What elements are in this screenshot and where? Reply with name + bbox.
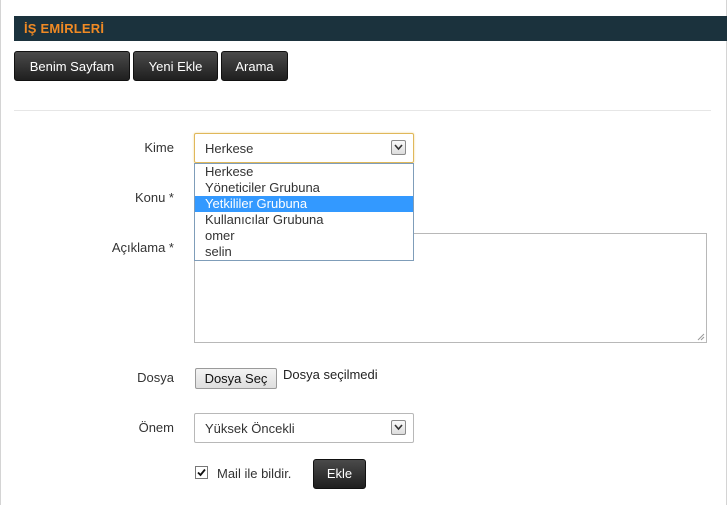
mail-checkbox[interactable]: [195, 466, 208, 479]
onem-label: Önem: [138, 420, 174, 435]
onem-select[interactable]: Yüksek Öncekli: [194, 413, 414, 443]
header-bar: İŞ EMİRLERİ: [14, 16, 727, 41]
option-yoneticiler-grubuna[interactable]: Yöneticiler Grubuna: [195, 180, 413, 196]
file-status-text: Dosya seçilmedi: [283, 367, 378, 382]
chevron-down-icon[interactable]: [391, 140, 406, 155]
kime-select[interactable]: Herkese: [194, 133, 414, 163]
frame-border-left: [0, 0, 1, 505]
file-choose-button[interactable]: Dosya Seç: [195, 368, 277, 389]
checkmark-icon: [197, 468, 206, 477]
arama-button[interactable]: Arama: [221, 51, 288, 81]
option-kullanicilar-grubuna[interactable]: Kullanıcılar Grubuna: [195, 212, 413, 228]
resize-grip-icon[interactable]: [696, 332, 705, 341]
page-title: İŞ EMİRLERİ: [24, 21, 105, 36]
ekle-submit-button[interactable]: Ekle: [313, 459, 366, 489]
kime-selected-value: Herkese: [205, 141, 254, 156]
onem-selected-value: Yüksek Öncekli: [205, 421, 295, 436]
option-selin[interactable]: selin: [195, 244, 413, 260]
benim-sayfam-button[interactable]: Benim Sayfam: [14, 51, 130, 81]
yeni-ekle-button[interactable]: Yeni Ekle: [133, 51, 218, 81]
mail-checkbox-label: Mail ile bildir.: [217, 466, 292, 481]
aciklama-label: Açıklama *: [111, 240, 174, 255]
kime-dropdown-list: Herkese Yöneticiler Grubuna Yetkililer G…: [194, 163, 414, 261]
kime-label: Kime: [144, 140, 174, 155]
option-omer[interactable]: omer: [195, 228, 413, 244]
konu-label: Konu *: [134, 190, 174, 205]
option-yetkililer-grubuna[interactable]: Yetkililer Grubuna: [195, 196, 413, 212]
divider: [14, 110, 711, 111]
dosya-label: Dosya: [137, 370, 174, 385]
chevron-down-icon[interactable]: [391, 420, 406, 435]
option-herkese[interactable]: Herkese: [195, 164, 413, 180]
